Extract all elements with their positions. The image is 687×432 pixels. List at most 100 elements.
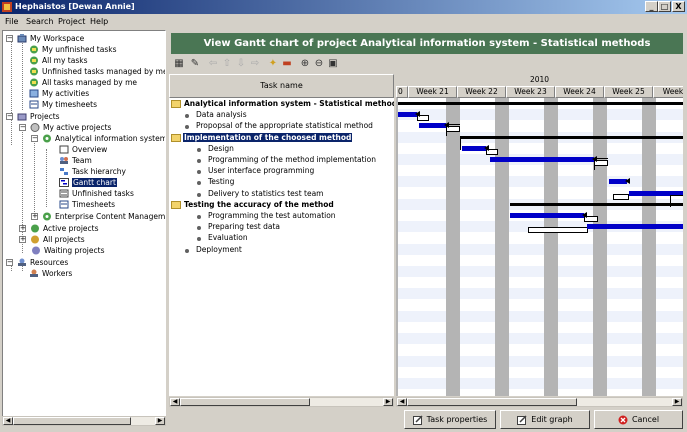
task-name-column-header[interactable]: Task name — [169, 74, 394, 98]
row-stripe — [396, 310, 683, 322]
task-bar[interactable] — [419, 123, 446, 129]
tree-horizontal-scrollbar[interactable]: ◀ ▶ — [2, 416, 166, 426]
arrow-right-icon[interactable]: ⇨ — [249, 58, 261, 70]
delete-task-icon[interactable]: ▬ — [281, 58, 293, 70]
menu-help[interactable]: Help — [90, 17, 108, 26]
workers-icon — [30, 269, 38, 277]
gantt-horizontal-scrollbar[interactable]: ◀ ▶ — [396, 397, 683, 407]
task-bar[interactable] — [587, 224, 683, 230]
row-stripe — [396, 333, 683, 345]
maximize-button[interactable]: □ — [658, 1, 671, 12]
task-bar[interactable] — [490, 157, 594, 162]
task-bullet-icon — [185, 248, 189, 253]
folder-icon — [171, 133, 181, 142]
task-row[interactable]: Programming the test automation — [169, 211, 394, 222]
week-partial-label: 0 — [396, 86, 408, 98]
task-row[interactable]: Programming of the method implementation — [169, 155, 394, 166]
scroll-thumb[interactable] — [180, 398, 310, 406]
cancel-button[interactable]: Cancel — [594, 410, 683, 429]
summary-bar[interactable] — [510, 202, 683, 206]
task-name: Programming the test automation — [208, 211, 336, 220]
task-row[interactable]: Data analysis — [169, 110, 394, 121]
task-row[interactable]: User interface programming — [169, 166, 394, 177]
task-row[interactable]: Propopsal of the appropriate statistical… — [169, 121, 394, 132]
zoom-in-icon[interactable]: ⊕ — [299, 58, 311, 70]
summary-bar[interactable] — [460, 135, 683, 139]
task-name: Evaluation — [208, 233, 248, 243]
dependency-arrow-icon — [582, 212, 587, 218]
menu-file[interactable]: File — [5, 17, 18, 26]
week-21-label: Week 21 — [408, 86, 457, 98]
gantt-timeline-header: 2010 0 Week 21 Week 22 Week 23 Week 24 W… — [396, 74, 683, 98]
page-title: View Gantt chart of project Analytical i… — [171, 33, 683, 54]
arrow-up-icon[interactable]: ⇧ — [221, 58, 233, 70]
expand-toggle[interactable]: + — [19, 225, 26, 232]
new-task-icon[interactable]: ✦ — [267, 58, 279, 70]
task-name: Analytical information system - Statisti… — [184, 99, 394, 108]
task-bullet-icon — [197, 159, 201, 163]
task-row[interactable]: Analytical information system - Statisti… — [169, 99, 394, 110]
team-icon — [60, 157, 68, 164]
task-row[interactable]: Deployment — [169, 245, 394, 256]
collapse-toggle[interactable]: − — [19, 124, 26, 131]
task-row[interactable]: Evaluation — [169, 233, 394, 244]
view-icon[interactable]: ▦ — [173, 58, 185, 70]
dependency-arrow-icon — [415, 111, 420, 118]
task-row[interactable]: Testing — [169, 177, 394, 188]
tasks-list-icon — [59, 189, 69, 198]
tasks-icon — [30, 56, 38, 65]
gantt-icon — [59, 178, 69, 187]
scroll-right-arrow[interactable]: ▶ — [383, 398, 393, 406]
dependency-line — [446, 124, 460, 136]
scroll-thumb[interactable] — [407, 398, 577, 406]
scroll-left-arrow[interactable]: ◀ — [397, 398, 407, 406]
scroll-right-arrow[interactable]: ▶ — [672, 398, 682, 406]
edit-graph-button[interactable]: Edit graph — [500, 410, 590, 429]
gantt-chart[interactable]: 2010 0 Week 21 Week 22 Week 23 Week 24 W… — [396, 74, 683, 396]
menu-project[interactable]: Project — [58, 17, 85, 26]
row-stripe — [396, 378, 683, 389]
task-name: Propopsal of the appropriate statistical… — [196, 121, 373, 131]
active-projects-icon — [30, 123, 40, 132]
task-list[interactable]: Analytical information system - Statisti… — [169, 98, 394, 396]
task-bullet-icon — [185, 114, 189, 119]
edit-icon[interactable]: ✎ — [189, 58, 201, 70]
scroll-right-arrow[interactable]: ▶ — [155, 417, 165, 425]
task-row[interactable]: Testing the accuracy of the method — [169, 200, 394, 211]
task-bar[interactable] — [510, 213, 584, 218]
task-properties-button[interactable]: Task properties — [404, 410, 496, 429]
arrow-down-icon[interactable]: ⇩ — [235, 58, 247, 70]
collapse-toggle[interactable]: − — [31, 135, 38, 142]
minimize-button[interactable]: _ — [645, 1, 658, 12]
expand-toggle[interactable]: + — [19, 236, 26, 243]
task-bar[interactable] — [462, 145, 486, 151]
task-row[interactable]: Preparing test data — [169, 222, 394, 233]
summary-bar[interactable] — [398, 102, 683, 105]
calendar-icon[interactable]: ▣ — [327, 58, 339, 70]
task-row[interactable]: Delivery to statistics test team — [169, 189, 394, 200]
menu-bar: File Search Project Help — [0, 14, 687, 29]
all-projects-icon — [31, 235, 39, 244]
collapse-toggle[interactable]: − — [6, 113, 13, 120]
scroll-thumb[interactable] — [13, 417, 131, 425]
collapse-toggle[interactable]: − — [6, 259, 13, 266]
dependency-arrow-icon — [625, 178, 630, 185]
scroll-left-arrow[interactable]: ◀ — [3, 417, 13, 425]
navigation-tree[interactable]: − My Workspace My unfinished tasks All m… — [2, 30, 166, 426]
task-list-horizontal-scrollbar[interactable]: ◀ ▶ — [169, 397, 394, 407]
menu-search[interactable]: Search — [26, 17, 53, 26]
task-row[interactable]: Design — [169, 144, 394, 155]
title-bar[interactable]: Hephaistos [Dewan Annie] _ □ X — [0, 0, 687, 14]
task-row[interactable]: Implementation of the choosed method — [169, 132, 394, 144]
tree-connector — [11, 41, 12, 145]
tree-connector — [22, 40, 23, 110]
zoom-out-icon[interactable]: ⊖ — [313, 58, 325, 70]
collapse-toggle[interactable]: − — [6, 35, 13, 42]
week-25-label: Week 25 — [604, 86, 653, 98]
arrow-left-icon[interactable]: ⇦ — [207, 58, 219, 70]
expand-toggle[interactable]: + — [31, 213, 38, 220]
task-name: Deployment — [196, 244, 242, 254]
close-button[interactable]: X — [672, 1, 685, 12]
scroll-left-arrow[interactable]: ◀ — [170, 398, 180, 406]
dependency-line — [594, 158, 608, 170]
